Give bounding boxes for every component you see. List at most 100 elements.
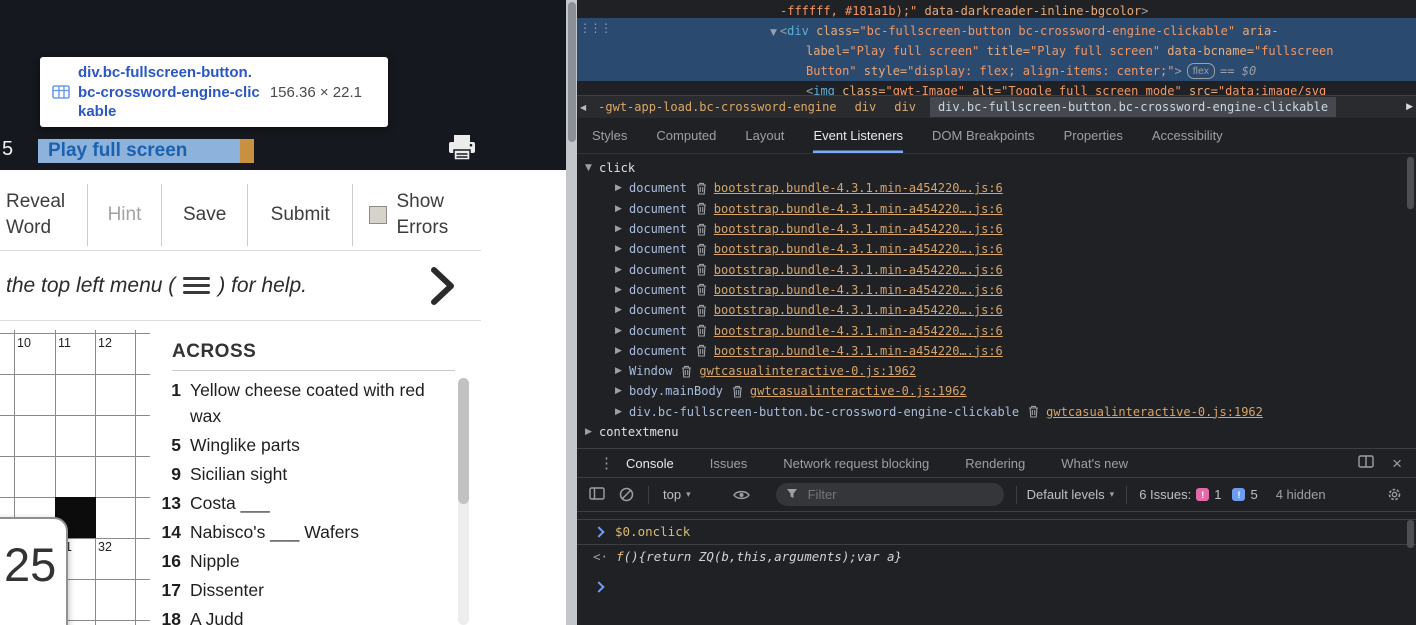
play-full-screen-button[interactable]: Play full screen — [38, 139, 240, 163]
remove-listener-icon[interactable] — [696, 202, 707, 215]
collapsed-triangle-icon[interactable]: ▶ — [615, 224, 629, 234]
collapsed-triangle-icon[interactable]: ▶ — [615, 285, 629, 295]
listener-row[interactable]: ▶div.bc-fullscreen-button.bc-crossword-e… — [577, 402, 1416, 422]
console-filter[interactable] — [776, 483, 1004, 506]
dom-line[interactable]: -ffffff, #181a1b);" data-darkreader-inli… — [577, 1, 1416, 21]
remove-listener-icon[interactable] — [696, 304, 707, 317]
tab-dom-breakpoints[interactable]: DOM Breakpoints — [932, 117, 1035, 153]
listener-row[interactable]: ▶documentbootstrap.bundle-4.3.1.min-a454… — [577, 239, 1416, 259]
collapsed-triangle-icon[interactable]: ▶ — [615, 366, 629, 376]
remove-listener-icon[interactable] — [696, 263, 707, 276]
clue-row[interactable]: 18A Judd — [155, 606, 481, 625]
context-selector[interactable]: top▾ — [663, 487, 691, 502]
breadcrumb-item-selected[interactable]: div.bc-fullscreen-button.bc-crossword-en… — [930, 97, 1336, 117]
listener-source-link[interactable]: bootstrap.bundle-4.3.1.min-a454220….js:6 — [714, 283, 1003, 297]
listener-row[interactable]: ▶documentbootstrap.bundle-4.3.1.min-a454… — [577, 341, 1416, 361]
panel-scrollbar-thumb[interactable] — [1407, 157, 1414, 209]
save-button[interactable]: Save — [162, 184, 248, 246]
tab-computed[interactable]: Computed — [656, 117, 716, 153]
submit-button[interactable]: Submit — [248, 184, 354, 246]
flex-badge[interactable]: flex — [1187, 63, 1215, 79]
crumb-scroll-right-icon[interactable]: ▶ — [1406, 102, 1413, 112]
drawer-menu-icon[interactable]: ⋮ — [599, 454, 614, 472]
listener-source-link[interactable]: gwtcasualinteractive-0.js:1962 — [699, 364, 916, 378]
tab-properties[interactable]: Properties — [1064, 117, 1123, 153]
listener-source-link[interactable]: gwtcasualinteractive-0.js:1962 — [750, 384, 967, 398]
remove-listener-icon[interactable] — [1028, 405, 1039, 418]
page-scrollbar-thumb[interactable] — [568, 2, 576, 142]
collapsed-triangle-icon[interactable]: ▶ — [615, 407, 629, 417]
tab-layout[interactable]: Layout — [745, 117, 784, 153]
listener-row[interactable]: ▶documentbootstrap.bundle-4.3.1.min-a454… — [577, 219, 1416, 239]
listener-row[interactable]: ▶documentbootstrap.bundle-4.3.1.min-a454… — [577, 199, 1416, 219]
expanded-triangle-icon[interactable]: ▼ — [585, 163, 599, 173]
crumb-scroll-left-icon[interactable]: ◀ — [580, 103, 586, 112]
dock-split-icon[interactable] — [1358, 455, 1374, 471]
close-drawer-icon[interactable]: × — [1392, 455, 1402, 472]
tab-styles[interactable]: Styles — [592, 117, 627, 153]
collapsed-triangle-icon[interactable]: ▶ — [585, 427, 599, 437]
console-result-row[interactable]: <· f (){return ZQ(b,this,arguments);var … — [577, 545, 1416, 569]
breadcrumb-item[interactable]: div — [894, 100, 916, 114]
listener-source-link[interactable]: bootstrap.bundle-4.3.1.min-a454220….js:6 — [714, 222, 1003, 236]
clue-row[interactable]: 1Yellow cheese coated with red wax — [155, 377, 481, 429]
listener-row[interactable]: ▶documentbootstrap.bundle-4.3.1.min-a454… — [577, 259, 1416, 279]
tab-accessibility[interactable]: Accessibility — [1152, 117, 1223, 153]
collapsed-triangle-icon[interactable]: ▶ — [615, 346, 629, 356]
dom-line-selected[interactable]: label="Play full screen" title="Play ful… — [577, 41, 1416, 61]
collapsed-triangle-icon[interactable]: ▶ — [615, 265, 629, 275]
clue-row[interactable]: 9Sicilian sight — [155, 461, 481, 487]
show-errors-checkbox[interactable] — [369, 206, 387, 224]
print-icon[interactable] — [447, 134, 477, 167]
listener-source-link[interactable]: bootstrap.bundle-4.3.1.min-a454220….js:6 — [714, 263, 1003, 277]
tab-event-listeners[interactable]: Event Listeners — [813, 117, 903, 153]
next-clue-chevron-icon[interactable] — [429, 266, 455, 312]
collapsed-triangle-icon[interactable]: ▶ — [615, 183, 629, 193]
console-command-row[interactable]: $0.onclick — [577, 519, 1416, 545]
listener-row[interactable]: ▶body.mainBodygwtcasualinteractive-0.js:… — [577, 381, 1416, 401]
listener-source-link[interactable]: bootstrap.bundle-4.3.1.min-a454220….js:6 — [714, 202, 1003, 216]
collapsed-triangle-icon[interactable]: ▶ — [615, 305, 629, 315]
filter-input[interactable] — [806, 486, 970, 503]
clear-console-icon[interactable] — [619, 487, 634, 502]
clue-row[interactable]: 5Winglike parts — [155, 432, 481, 458]
tab-console[interactable]: Console — [626, 456, 674, 471]
listener-source-link[interactable]: bootstrap.bundle-4.3.1.min-a454220….js:6 — [714, 344, 1003, 358]
breadcrumb-item[interactable]: div — [855, 100, 877, 114]
clue-scrollbar-thumb[interactable] — [458, 378, 469, 504]
clue-row[interactable]: 13Costa ___ — [155, 490, 481, 516]
hint-button[interactable]: Hint — [88, 184, 163, 246]
tab-whats-new[interactable]: What's new — [1061, 456, 1128, 471]
tab-issues[interactable]: Issues — [710, 456, 748, 471]
clue-row[interactable]: 14Nabisco's ___ Wafers — [155, 519, 481, 545]
collapsed-triangle-icon[interactable]: ▶ — [615, 326, 629, 336]
remove-listener-icon[interactable] — [696, 283, 707, 296]
listener-source-link[interactable]: bootstrap.bundle-4.3.1.min-a454220….js:6 — [714, 324, 1003, 338]
reveal-word-button[interactable]: Reveal Word — [0, 184, 88, 246]
remove-listener-icon[interactable] — [732, 385, 743, 398]
event-group-click[interactable]: ▼click — [577, 158, 1416, 178]
tab-rendering[interactable]: Rendering — [965, 456, 1025, 471]
remove-listener-icon[interactable] — [696, 243, 707, 256]
remove-listener-icon[interactable] — [696, 223, 707, 236]
listener-row[interactable]: ▶documentbootstrap.bundle-4.3.1.min-a454… — [577, 320, 1416, 340]
listener-source-link[interactable]: gwtcasualinteractive-0.js:1962 — [1046, 405, 1263, 419]
dom-line-selected[interactable]: Button" style="display: flex; align-item… — [577, 61, 1416, 81]
remove-listener-icon[interactable] — [696, 344, 707, 357]
dom-line-selected[interactable]: ▼<div class="bc-fullscreen-button bc-cro… — [577, 21, 1416, 41]
listener-row[interactable]: ▶documentbootstrap.bundle-4.3.1.min-a454… — [577, 300, 1416, 320]
console-scrollbar-thumb[interactable] — [1407, 520, 1414, 548]
clue-row[interactable]: 17Dissenter — [155, 577, 481, 603]
listener-source-link[interactable]: bootstrap.bundle-4.3.1.min-a454220….js:6 — [714, 303, 1003, 317]
event-group-contextmenu[interactable]: ▶contextmenu — [577, 422, 1416, 442]
issues-counter[interactable]: 6 Issues: ! 1 ! 5 — [1139, 487, 1258, 502]
listener-row[interactable]: ▶Windowgwtcasualinteractive-0.js:1962 — [577, 361, 1416, 381]
page-scrollbar[interactable] — [566, 0, 577, 625]
listener-source-link[interactable]: bootstrap.bundle-4.3.1.min-a454220….js:6 — [714, 242, 1003, 256]
listener-row[interactable]: ▶documentbootstrap.bundle-4.3.1.min-a454… — [577, 178, 1416, 198]
clue-row[interactable]: 16Nipple — [155, 548, 481, 574]
console-settings-gear-icon[interactable] — [1387, 487, 1402, 502]
console-prompt[interactable] — [577, 569, 1416, 596]
dom-line[interactable]: <img class="gwt-Image" alt="Toggle full … — [577, 81, 1416, 95]
collapsed-triangle-icon[interactable]: ▶ — [615, 244, 629, 254]
